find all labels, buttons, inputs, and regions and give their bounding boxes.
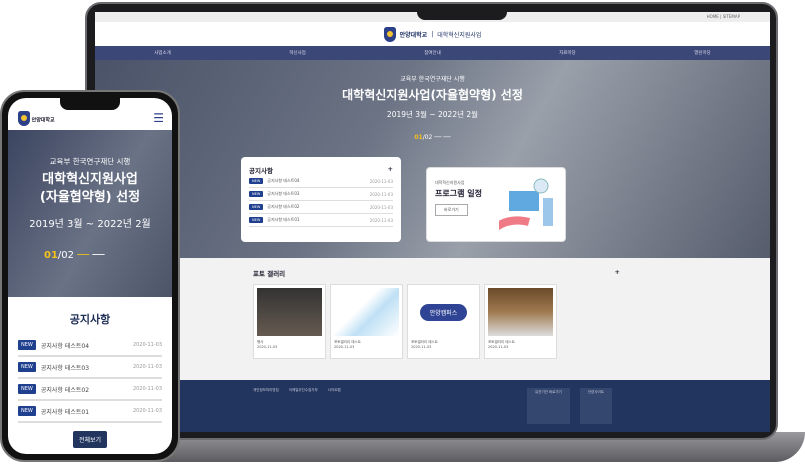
pager-current: 01 xyxy=(414,134,423,141)
gallery-date: 2020-11-03 xyxy=(488,345,509,349)
gallery-item[interactable]: 포토갤러리 테스트 2020-11-03 xyxy=(330,284,403,359)
notice-item-title: 공지사항 테스트01 xyxy=(267,217,300,222)
notice-date: 2020-11-03 xyxy=(369,217,393,223)
mobile-site: 안양대학교 ☰ 교육부 한국연구재단 시행 대학혁신지원사업 (자율협약형) 선정… xyxy=(8,98,172,454)
notice-title: 공지사항 xyxy=(249,167,273,175)
gallery-date: 2020-11-03 xyxy=(334,345,355,349)
nav-item[interactable]: 열린마당 xyxy=(694,50,711,56)
gallery-title: 포토 갤러리 xyxy=(253,270,286,278)
campus-badge: 안양캠퍼스 xyxy=(419,303,468,321)
notice-date: 2020-11-03 xyxy=(132,408,162,414)
nav-item[interactable]: 자료마당 xyxy=(559,50,576,56)
notice-date: 2020-11-03 xyxy=(369,204,393,210)
main-nav: 사업소개 혁신사업 참여안내 자료마당 열린마당 xyxy=(95,46,770,60)
new-badge: NEW xyxy=(18,362,36,372)
desktop-site: HOME | SITEMAP 안양대학교 | 대학혁신지원사업 사업소개 혁신사… xyxy=(95,12,770,432)
notice-date: 2020-11-03 xyxy=(369,178,393,184)
hero-sub: 교육부 한국연구재단 시행 xyxy=(49,157,131,166)
new-badge: NEW xyxy=(249,204,264,210)
hamburger-menu-icon[interactable]: ☰ xyxy=(153,111,164,125)
university-logo-icon[interactable] xyxy=(18,110,30,126)
photo-image xyxy=(257,288,322,336)
university-logo-icon[interactable] xyxy=(383,26,396,42)
pager-total: /02 xyxy=(57,250,75,262)
hero-title: 대학혁신지원사업 xyxy=(42,172,138,187)
hero-date: 2019년 3월 ~ 2022년 2월 xyxy=(29,219,151,231)
hero-sub: 교육부 한국연구재단 시행 xyxy=(400,76,465,83)
photo-gallery: 포토 갤러리 + 행사 2020-11-03 포토갤러리 테스트 2020-11-03… xyxy=(95,258,770,380)
list-item[interactable]: NEW 공지사항 테스트04 2020-11-03 xyxy=(18,335,162,357)
pager-current: 01 xyxy=(44,250,58,262)
nav-item[interactable]: 혁신사업 xyxy=(289,50,306,56)
notice-date: 2020-11-03 xyxy=(369,191,393,197)
site-footer: 개인정보처리방침 이메일무단수집거부 사이트맵 유관기관 바로가기 관련사이트 xyxy=(95,380,770,432)
list-item[interactable]: NEW 공지사항 테스트03 2020-11-03 xyxy=(18,357,162,379)
logo-text[interactable]: 안양대학교 xyxy=(32,117,55,123)
new-badge: NEW xyxy=(18,340,36,350)
gallery-item[interactable]: 안양캠퍼스 포토갤러리 테스트 2020-11-03 xyxy=(407,284,480,359)
notice-item-title: 공지사항 테스트02 xyxy=(267,204,300,209)
phone-notch xyxy=(60,98,120,110)
list-item[interactable]: NEW 공지사항 테스트01 2020-11-03 xyxy=(18,401,162,423)
nav-item[interactable]: 참여안내 xyxy=(424,50,441,56)
notice-item-title: 공지사항 테스트04 xyxy=(40,342,90,350)
notice-date: 2020-11-03 xyxy=(132,386,162,392)
home-link[interactable]: HOME xyxy=(707,14,719,19)
view-all-button[interactable]: 전체보기 xyxy=(72,431,108,448)
gallery-item[interactable]: 행사 2020-11-03 xyxy=(253,284,326,359)
notice-item-title: 공지사항 테스트03 xyxy=(40,364,90,372)
campus-badge-image: 안양캠퍼스 xyxy=(411,288,476,336)
illustration-image xyxy=(334,288,399,336)
program-button[interactable]: 바로가기 xyxy=(435,204,468,216)
related-agencies-select[interactable]: 유관기관 바로가기 xyxy=(527,388,570,424)
footer-link[interactable]: 사이트맵 xyxy=(328,388,341,424)
photo-image xyxy=(488,288,553,336)
plus-icon[interactable]: + xyxy=(615,268,620,278)
gallery-date: 2020-11-03 xyxy=(411,345,432,349)
mobile-notice: 공지사항 NEW 공지사항 테스트04 2020-11-03 NEW 공지사항 테스트… xyxy=(8,297,172,454)
new-badge: NEW xyxy=(249,191,264,197)
notice-title: 공지사항 xyxy=(69,313,111,326)
notice-item-title: 공지사항 테스트01 xyxy=(40,408,90,416)
notice-item-title: 공지사항 테스트04 xyxy=(267,178,300,183)
footer-link[interactable]: 개인정보처리방침 xyxy=(253,388,279,424)
computer-illustration-icon xyxy=(499,178,553,231)
list-item[interactable]: NEW 공지사항 테스트03 2020-11-03 xyxy=(249,188,393,201)
phone-frame: 안양대학교 ☰ 교육부 한국연구재단 시행 대학혁신지원사업 (자율협약형) 선정… xyxy=(0,90,180,462)
list-item[interactable]: NEW 공지사항 테스트02 2020-11-03 xyxy=(18,379,162,401)
notice-card: 공지사항 + NEW 공지사항 테스트04 2020-11-03 NEW 공지사항 테스… xyxy=(241,157,401,242)
hero-date: 2019년 3월 ~ 2022년 2월 xyxy=(386,110,479,119)
program-card[interactable]: 대학혁신지원사업 프로그램 일정 바로가기 xyxy=(426,167,566,242)
plus-icon[interactable]: + xyxy=(388,165,393,175)
notice-item-title: 공지사항 테스트02 xyxy=(40,386,90,394)
notice-date: 2020-11-03 xyxy=(132,364,162,370)
camera-notch xyxy=(417,4,507,20)
pager-total: /02 xyxy=(422,134,433,141)
new-badge: NEW xyxy=(249,178,264,184)
site-name: 대학혁신지원사업 xyxy=(437,31,482,39)
new-badge: NEW xyxy=(18,406,36,416)
mobile-hero: 교육부 한국연구재단 시행 대학혁신지원사업 (자율협약형) 선정 2019년 3… xyxy=(8,130,172,297)
sitemap-link[interactable]: SITEMAP xyxy=(723,14,740,19)
slide-pager[interactable]: 01/02 ── ── xyxy=(95,134,770,141)
slide-pager[interactable]: 01/02 ── ── xyxy=(8,250,172,261)
list-item[interactable]: NEW 공지사항 테스트04 2020-11-03 xyxy=(249,175,393,188)
hero-title: 대학혁신지원사업(자율협약형) 선정 xyxy=(342,88,523,102)
related-sites-select[interactable]: 관련사이트 xyxy=(579,388,612,424)
logo-text[interactable]: 안양대학교 xyxy=(400,30,428,39)
gallery-item[interactable]: 포토갤러리 테스트 2020-11-03 xyxy=(484,284,557,359)
hero-title-2: (자율협약형) 선정 xyxy=(39,190,141,206)
new-badge: NEW xyxy=(18,384,36,394)
notice-date: 2020-11-03 xyxy=(132,342,162,348)
site-header: 안양대학교 | 대학혁신지원사업 xyxy=(95,22,770,46)
list-item[interactable]: NEW 공지사항 테스트01 2020-11-03 xyxy=(249,214,393,227)
list-item[interactable]: NEW 공지사항 테스트02 2020-11-03 xyxy=(249,201,393,214)
new-badge: NEW xyxy=(249,217,264,223)
footer-link[interactable]: 이메일무단수집거부 xyxy=(289,388,318,424)
notice-item-title: 공지사항 테스트03 xyxy=(267,191,300,196)
nav-item[interactable]: 사업소개 xyxy=(154,50,171,56)
gallery-date: 2020-11-03 xyxy=(257,345,278,349)
